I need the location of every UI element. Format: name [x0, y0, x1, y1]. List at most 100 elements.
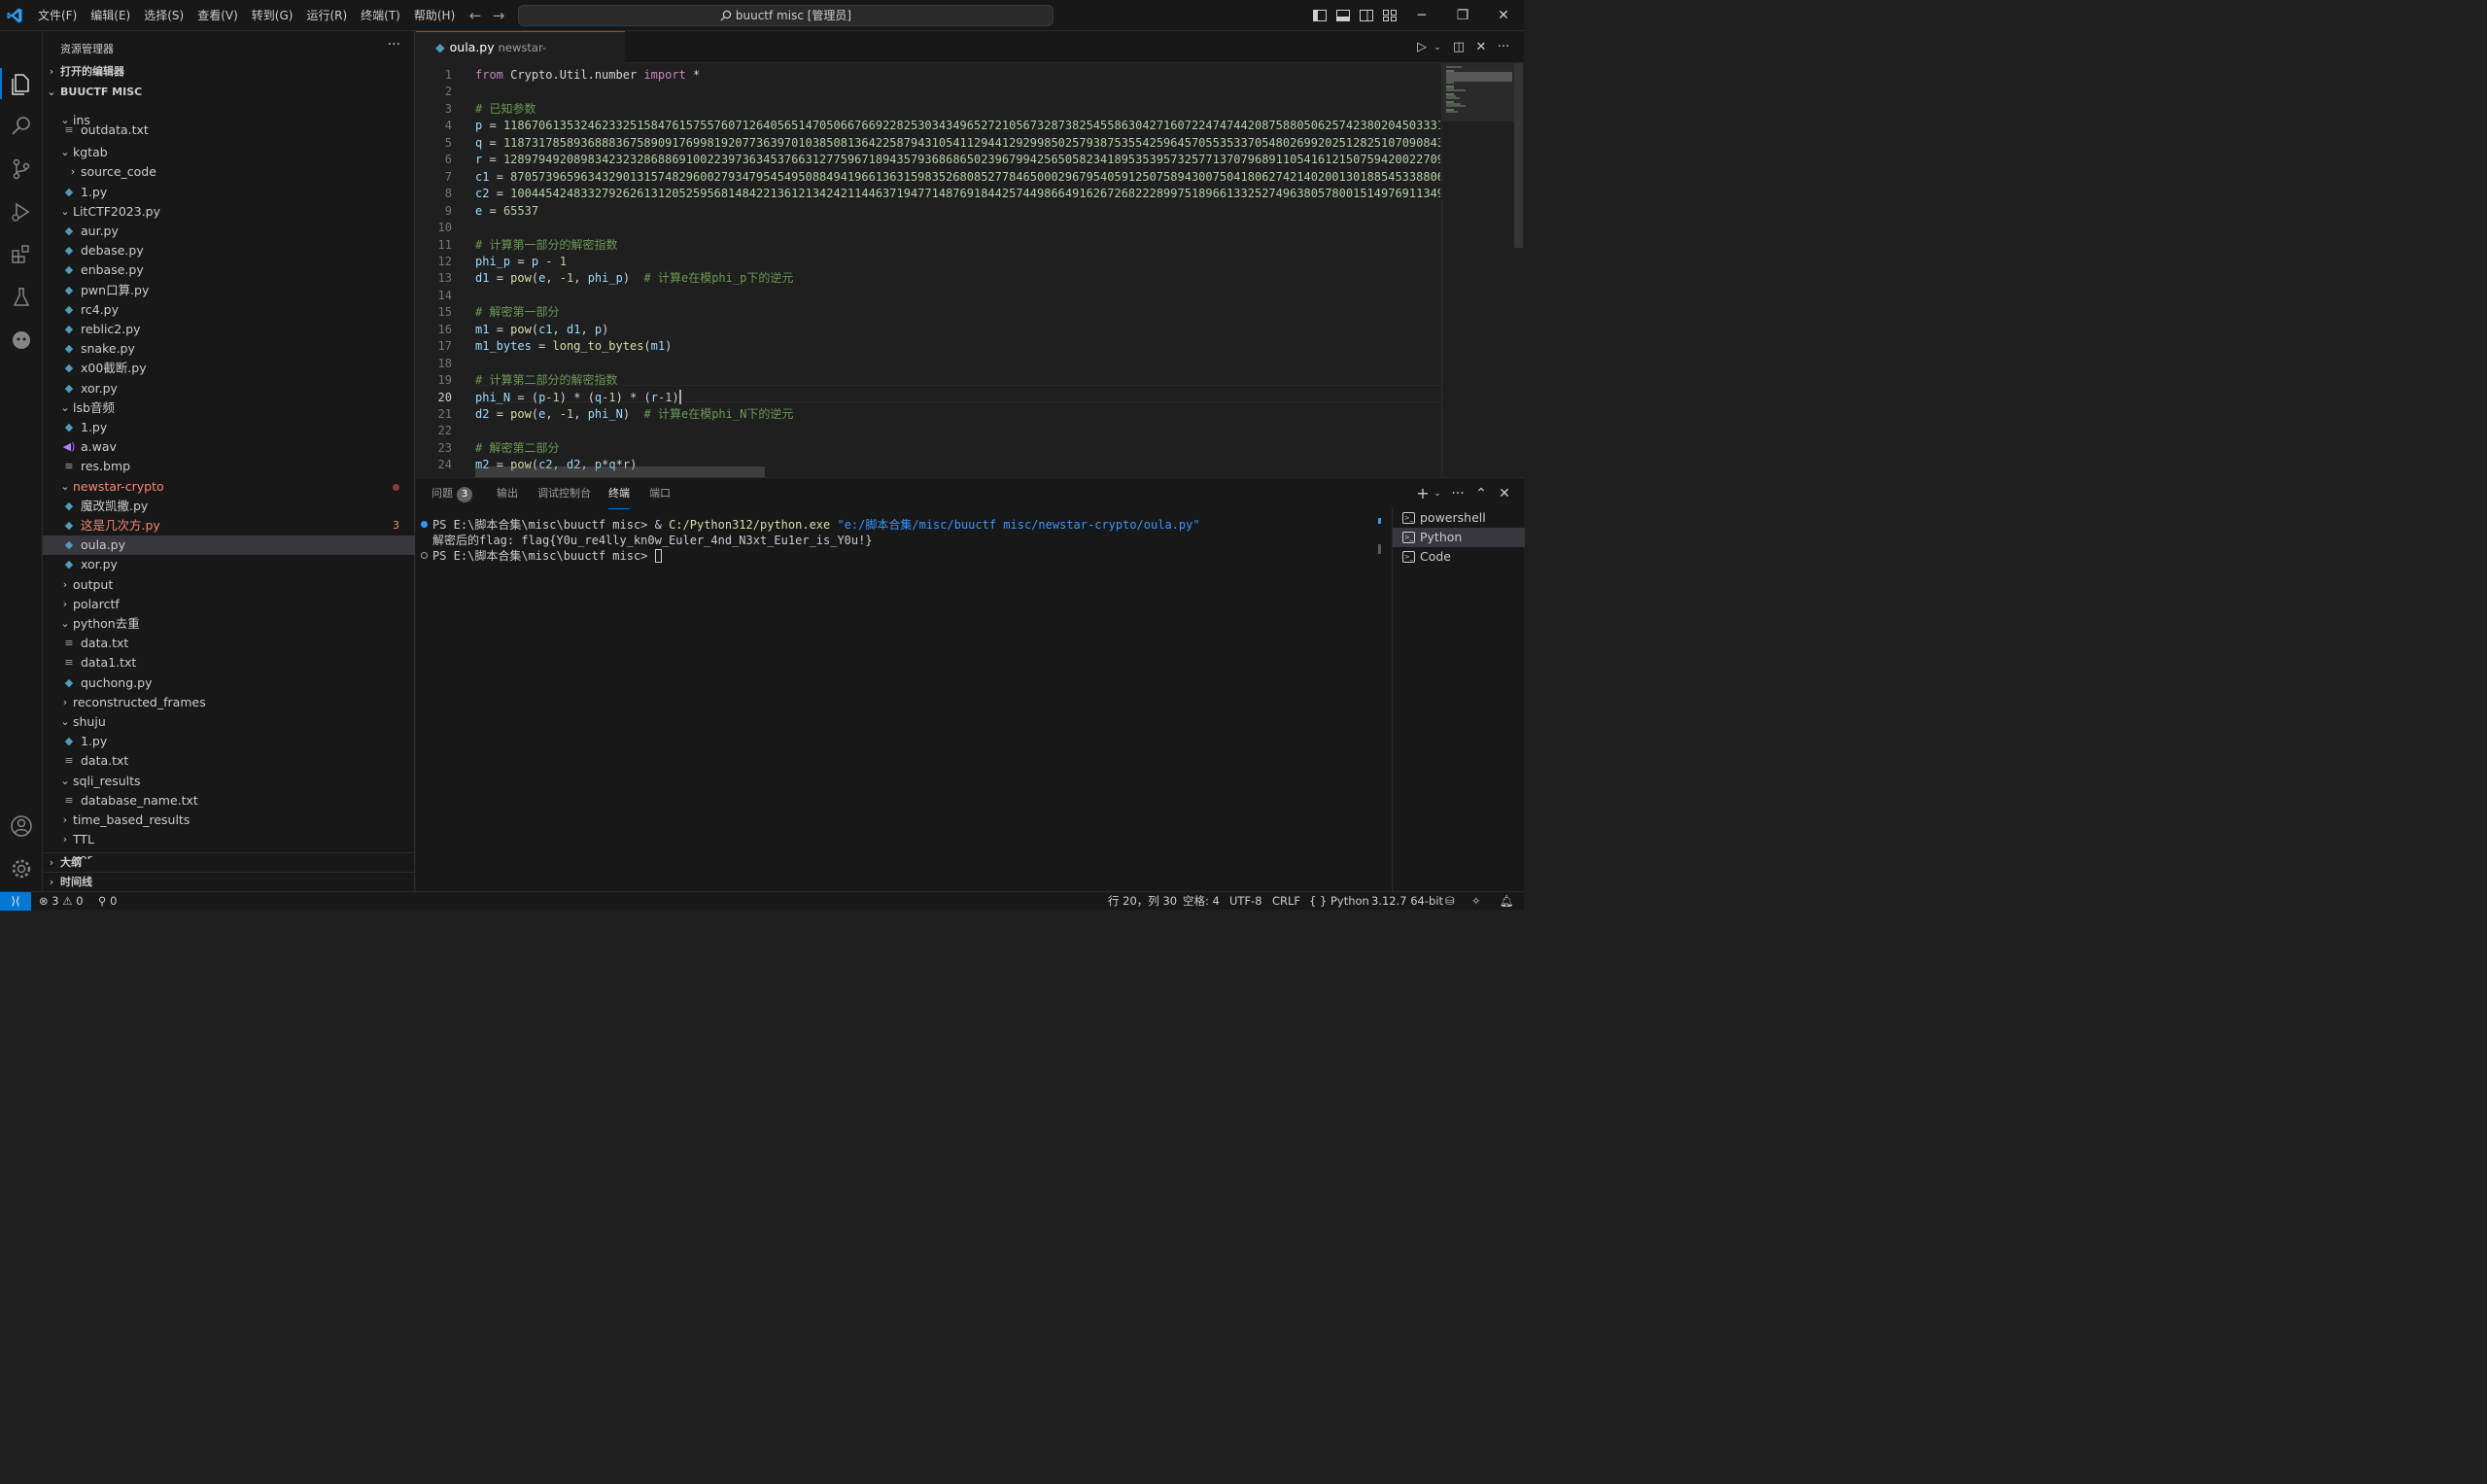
- close-panel-icon[interactable]: ✕: [1496, 485, 1513, 502]
- timeline-section[interactable]: › 时间线: [43, 872, 415, 891]
- copilot-icon[interactable]: ✧: [1471, 892, 1481, 910]
- tree-file[interactable]: ◆ 魔改凯撒.py: [43, 497, 415, 516]
- menu-item[interactable]: 选择(S): [137, 0, 190, 31]
- run-and-debug-icon[interactable]: [8, 198, 35, 225]
- minimize-window-icon[interactable]: ─: [1401, 0, 1442, 31]
- tree-file[interactable]: ◆ xor.py: [43, 379, 415, 398]
- tree-folder[interactable]: › source_code: [43, 162, 415, 182]
- panel-more-actions-icon[interactable]: ···: [1449, 485, 1467, 502]
- terminal-instance[interactable]: >_ Python: [1393, 528, 1525, 548]
- tree-folder[interactable]: › time_based_results: [43, 811, 415, 830]
- extensions-icon[interactable]: [8, 241, 35, 268]
- tree-folder[interactable]: ⌄ LitCTF2023.py: [43, 202, 415, 222]
- split-editor-icon[interactable]: ◫: [1450, 39, 1468, 56]
- menu-item[interactable]: 查看(V): [190, 0, 245, 31]
- tree-file[interactable]: ≡ data.txt: [43, 634, 415, 653]
- tab-ports[interactable]: 端口: [649, 478, 671, 509]
- editor-scroll-thumb[interactable]: [1514, 63, 1523, 248]
- tree-file[interactable]: ≡ database_name.txt: [43, 791, 415, 811]
- tree-file[interactable]: ◆ 1.py: [43, 183, 415, 202]
- tree-file[interactable]: ◆ aur.py: [43, 222, 415, 241]
- close-editor-icon[interactable]: ✕: [1472, 39, 1490, 56]
- testing-flask-icon[interactable]: [8, 284, 35, 311]
- terminal-instance[interactable]: >_ Code: [1393, 547, 1525, 567]
- open-editors-section[interactable]: › 打开的编辑器: [43, 62, 415, 82]
- toggle-panel-icon[interactable]: [1335, 8, 1351, 23]
- settings-gear-icon[interactable]: [8, 855, 35, 882]
- tree-folder[interactable]: ⌄ shuju: [43, 712, 415, 732]
- back-arrow-icon[interactable]: ←: [466, 6, 485, 25]
- tree-file[interactable]: ◆ x00截断.py: [43, 359, 415, 378]
- terminal-output[interactable]: PS E:\脚本合集\misc\buuctf misc> & C:/Python…: [416, 515, 1378, 892]
- tab-output[interactable]: 输出: [497, 478, 518, 509]
- terminal-scrollbar[interactable]: [1378, 515, 1382, 573]
- explorer-icon[interactable]: [8, 70, 35, 97]
- tree-file[interactable]: ≡ res.bmp: [43, 457, 415, 476]
- maximize-panel-chevron-up-icon[interactable]: ⌃: [1472, 485, 1490, 502]
- tree-folder[interactable]: › output: [43, 575, 415, 595]
- tree-file[interactable]: ≡ data1.txt: [43, 653, 415, 673]
- encoding-status[interactable]: UTF-8: [1229, 892, 1262, 910]
- cursor-position[interactable]: 行 20，列 30: [1108, 892, 1177, 910]
- tree-folder[interactable]: ⌄ newstar-crypto: [43, 477, 415, 497]
- language-mode[interactable]: { } Python: [1309, 892, 1369, 910]
- more-actions-icon[interactable]: ···: [388, 37, 400, 52]
- eol-status[interactable]: CRLF: [1272, 892, 1300, 910]
- tree-file[interactable]: ◆ enbase.py: [43, 260, 415, 280]
- accounts-icon[interactable]: [8, 812, 35, 840]
- indentation-status[interactable]: 空格: 4: [1183, 892, 1220, 910]
- search-icon[interactable]: [8, 113, 35, 140]
- minimap[interactable]: [1441, 63, 1514, 477]
- terminal-instance[interactable]: >_ powershell: [1393, 508, 1525, 528]
- tree-folder[interactable]: ⌄ python去重: [43, 614, 415, 634]
- tree-file[interactable]: ◆ 这是几次方.py 3: [43, 516, 415, 535]
- tree-file[interactable]: ◆ quchong.py: [43, 673, 415, 693]
- python-interpreter[interactable]: 3.12.7 64-bit: [1371, 892, 1443, 910]
- tree-folder[interactable]: › polarctf: [43, 595, 415, 614]
- tree-file[interactable]: ≡ data.txt: [43, 751, 415, 771]
- tree-file[interactable]: ◆ oula.py: [43, 535, 415, 556]
- problems-status[interactable]: ⊗ 3 ⚠ 0: [39, 892, 84, 910]
- menu-item[interactable]: 文件(F): [31, 0, 84, 31]
- tree-file[interactable]: ◆ pwn口算.py: [43, 281, 415, 300]
- forward-arrow-icon[interactable]: →: [489, 6, 508, 25]
- remote-indicator-icon[interactable]: ⟩⟨: [0, 892, 31, 911]
- code-area[interactable]: from Crypto.Util.number import * # 已知参数 p …: [475, 63, 1440, 477]
- tree-folder[interactable]: › reconstructed_frames: [43, 693, 415, 712]
- menu-item[interactable]: 转到(G): [245, 0, 300, 31]
- customize-layout-icon[interactable]: [1382, 8, 1398, 23]
- tree-file[interactable]: ◆ rc4.py: [43, 300, 415, 320]
- toggle-primary-sidebar-icon[interactable]: [1312, 8, 1328, 23]
- code-editor[interactable]: 1 2 3 4 5 6 7 8 9 10 11 12 13 14 15 16 17 18 19 20 21 22 23 24 …: [416, 63, 1524, 477]
- tab-problems[interactable]: 问题 3: [432, 478, 472, 509]
- command-center-search[interactable]: buuctf misc [管理员]: [518, 5, 1054, 26]
- tree-folder[interactable]: ⌄ kgtab: [43, 143, 415, 162]
- tree-file[interactable]: ◆ snake.py: [43, 339, 415, 359]
- tab-terminal[interactable]: 终端: [608, 478, 630, 509]
- tree-file[interactable]: ◆ 1.py: [43, 732, 415, 751]
- editor-vertical-scrollbar[interactable]: [1513, 63, 1524, 477]
- tree-file[interactable]: ◆ xor.py: [43, 555, 415, 574]
- terminal-dropdown-chevron-icon[interactable]: ⌄: [1429, 485, 1446, 502]
- toggle-secondary-sidebar-icon[interactable]: [1359, 8, 1374, 23]
- tree-folder[interactable]: ⌄ sqli_results: [43, 772, 415, 791]
- tree-file[interactable]: ◆ reblic2.py: [43, 320, 415, 339]
- tree-folder[interactable]: ⌄ lsb音频: [43, 398, 415, 418]
- outline-section[interactable]: › 大纲: [43, 852, 415, 872]
- tree-file[interactable]: ◀) a.wav: [43, 437, 415, 457]
- tree-file[interactable]: ≡ outdata.txt: [43, 121, 415, 140]
- ports-status[interactable]: ⚲ 0: [98, 892, 117, 910]
- menu-item[interactable]: 编辑(E): [84, 0, 137, 31]
- menu-item[interactable]: 终端(T): [354, 0, 407, 31]
- editor-horizontal-scrollbar[interactable]: [475, 466, 765, 477]
- editor-tab-oula-py[interactable]: ◆oula.pynewstar-crypto\oula.py\...: [416, 31, 625, 86]
- close-window-icon[interactable]: ✕: [1483, 0, 1524, 31]
- source-control-icon[interactable]: [8, 155, 35, 183]
- menu-item[interactable]: 帮助(H): [407, 0, 462, 31]
- python-environment-icon[interactable]: ⛁: [1445, 892, 1455, 910]
- tree-file[interactable]: ◆ debase.py: [43, 241, 415, 260]
- notifications-bell-icon[interactable]: 🔔︎: [1500, 892, 1514, 910]
- editor-more-actions-icon[interactable]: ···: [1495, 39, 1512, 56]
- workspace-section[interactable]: ⌄ BUUCTF MISC: [43, 83, 415, 102]
- tab-debug-console[interactable]: 调试控制台: [537, 478, 591, 509]
